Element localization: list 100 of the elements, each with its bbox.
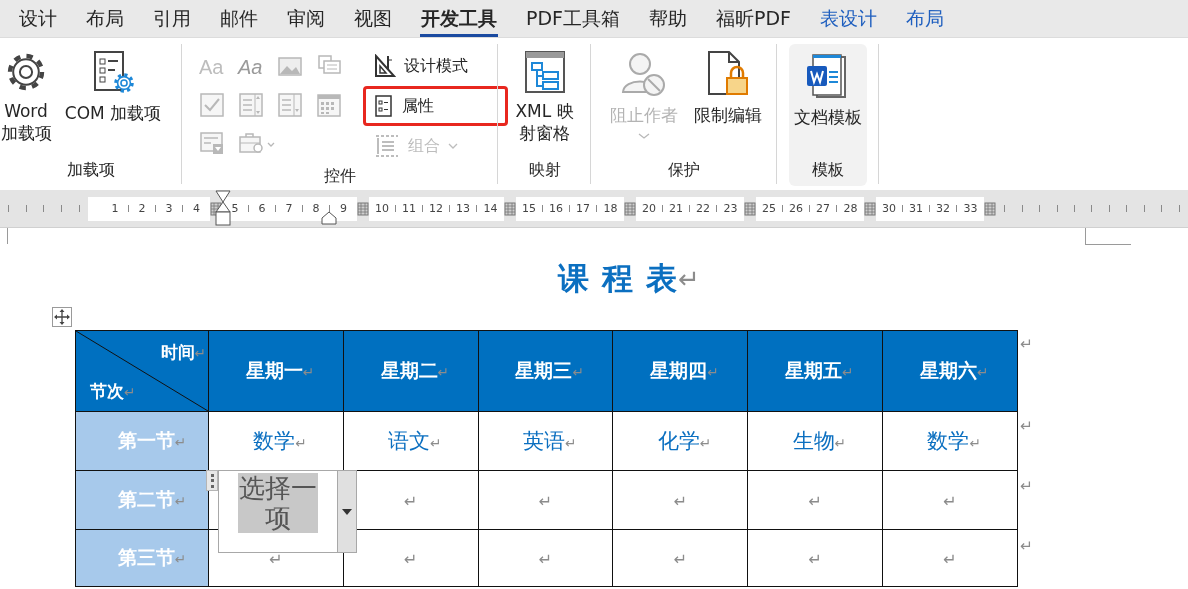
ribbon-tab[interactable]: 引用	[152, 0, 192, 37]
ruler-number: 11	[401, 202, 417, 215]
ruler-number: 32	[935, 202, 951, 215]
ribbon-tab[interactable]: 设计	[18, 0, 58, 37]
xml-pane-button[interactable]: XML 映射窗格	[505, 46, 584, 148]
ruler-number: 6	[257, 202, 267, 215]
ruler-number: 4	[192, 202, 201, 215]
control-handle-icon[interactable]	[206, 470, 218, 491]
ribbon-tab[interactable]: 帮助	[648, 0, 689, 37]
indent-marker-icon[interactable]	[320, 211, 338, 225]
header-text: 时间	[160, 341, 195, 364]
caret-icon	[448, 142, 458, 150]
paragraph-mark: ↵	[174, 434, 187, 450]
ruler-number: 20	[641, 202, 657, 215]
column-marker-icon[interactable]	[357, 201, 369, 216]
paragraph-mark: ↵	[943, 550, 957, 569]
design-mode-button[interactable]: 设计模式	[363, 46, 508, 86]
indent-marker-icon[interactable]	[214, 190, 232, 228]
dropdown-button[interactable]	[337, 470, 357, 553]
page-corner-mark	[1085, 228, 1131, 245]
cell-text: 化学	[657, 428, 700, 455]
column-marker-icon[interactable]	[744, 201, 756, 216]
paragraph-mark: ↵	[707, 364, 719, 380]
ruler-number: 1	[110, 202, 120, 215]
caret-icon	[638, 132, 650, 140]
ruler-number: 14	[482, 202, 499, 215]
cell-text: 生物	[792, 428, 835, 455]
ruler-number: 3	[164, 202, 174, 215]
dropdown-control[interactable]: 选择一项	[218, 470, 337, 553]
ribbon-tab[interactable]: PDF工具箱	[525, 0, 622, 37]
ruler-number: 27	[815, 202, 831, 215]
ribbon-tab[interactable]: 视图	[353, 0, 393, 37]
protect-button[interactable]: 限制编辑	[687, 46, 769, 130]
paragraph-mark: ↵	[194, 345, 206, 361]
paragraph-mark: ↵	[538, 492, 553, 511]
ruler-number: 10	[374, 202, 390, 215]
ribbon-tab[interactable]: 布局	[905, 0, 946, 37]
paragraph-mark: ↵	[976, 364, 989, 380]
ribbon-tab[interactable]: 福昕PDF	[715, 0, 793, 37]
column-marker-icon[interactable]	[504, 201, 516, 216]
ruler-number: 15	[521, 202, 537, 215]
cell-text: 数学	[253, 428, 296, 455]
paragraph-mark: ↵	[808, 492, 822, 511]
paragraph-mark: ↵	[174, 551, 187, 567]
cell-text: 语文	[388, 428, 431, 455]
add-in-button[interactable]: Word 加载项	[0, 46, 55, 148]
row-label: 第三节	[117, 545, 175, 570]
ribbon-tab[interactable]: 审阅	[286, 0, 326, 37]
paragraph-mark: ↵	[969, 435, 981, 451]
cell-text: 数学	[927, 428, 970, 455]
paragraph-mark: ↵	[295, 435, 307, 451]
ruler-number: 33	[962, 202, 979, 215]
properties-icon	[374, 94, 394, 118]
paragraph-mark: ↵	[1020, 335, 1033, 353]
cell-text: 英语	[522, 428, 565, 455]
document-lock-icon	[705, 50, 751, 98]
ruler-number: 23	[722, 202, 739, 215]
add-in-button[interactable]: COM 加载项	[57, 46, 169, 128]
column-marker-icon[interactable]	[984, 201, 996, 216]
ruler-number: 16	[548, 202, 564, 215]
paragraph-mark: ↵	[124, 384, 136, 400]
paragraph-mark: ↵	[430, 435, 442, 451]
ruler-number: 21	[668, 202, 684, 215]
paragraph-mark: ↵	[572, 364, 584, 380]
paragraph-mark: ↵	[842, 364, 854, 380]
person-block-icon	[620, 50, 668, 98]
ribbon-tab[interactable]: 布局	[85, 0, 125, 37]
paragraph-mark: ↵	[538, 550, 553, 569]
group-label: 加载项	[67, 160, 115, 181]
column-marker-icon[interactable]	[624, 201, 636, 216]
column-marker-icon[interactable]	[864, 201, 876, 216]
ruler-number: 9	[339, 202, 348, 215]
header-text: 星期二	[380, 358, 438, 383]
caret-icon	[342, 508, 352, 515]
paragraph-mark: ↵	[677, 264, 700, 294]
move-handle-icon[interactable]	[52, 307, 72, 327]
ruler-number: 2	[137, 202, 147, 215]
ruler-number: 31	[908, 202, 924, 215]
ruler-number: 17	[575, 202, 591, 215]
ruler-number: 26	[788, 202, 804, 215]
paragraph-mark: ↵	[1020, 417, 1033, 435]
group-icon	[374, 134, 400, 158]
paragraph-mark: ↵	[174, 493, 187, 509]
paragraph-mark: ↵	[1020, 477, 1033, 495]
ribbon-tab[interactable]: 邮件	[219, 0, 259, 37]
header-text: 星期五	[785, 358, 843, 383]
ruler-number: 12	[428, 202, 444, 215]
xml-pane-icon	[522, 50, 567, 94]
header-text: 节次	[90, 380, 124, 403]
paragraph-mark: ↵	[673, 550, 688, 569]
ruler-number: 22	[695, 202, 711, 215]
header-text: 星期一	[245, 358, 303, 383]
ribbon-tab[interactable]: 表设计	[819, 0, 879, 37]
header-text: 星期六	[919, 358, 977, 383]
ruler-number: 13	[455, 202, 471, 215]
properties-button[interactable]: 属性	[363, 86, 508, 126]
ruler-number: 30	[881, 202, 897, 215]
group-label: 控件	[324, 166, 356, 187]
ruler-number: 18	[602, 202, 619, 215]
paragraph-mark: ↵	[699, 435, 712, 451]
